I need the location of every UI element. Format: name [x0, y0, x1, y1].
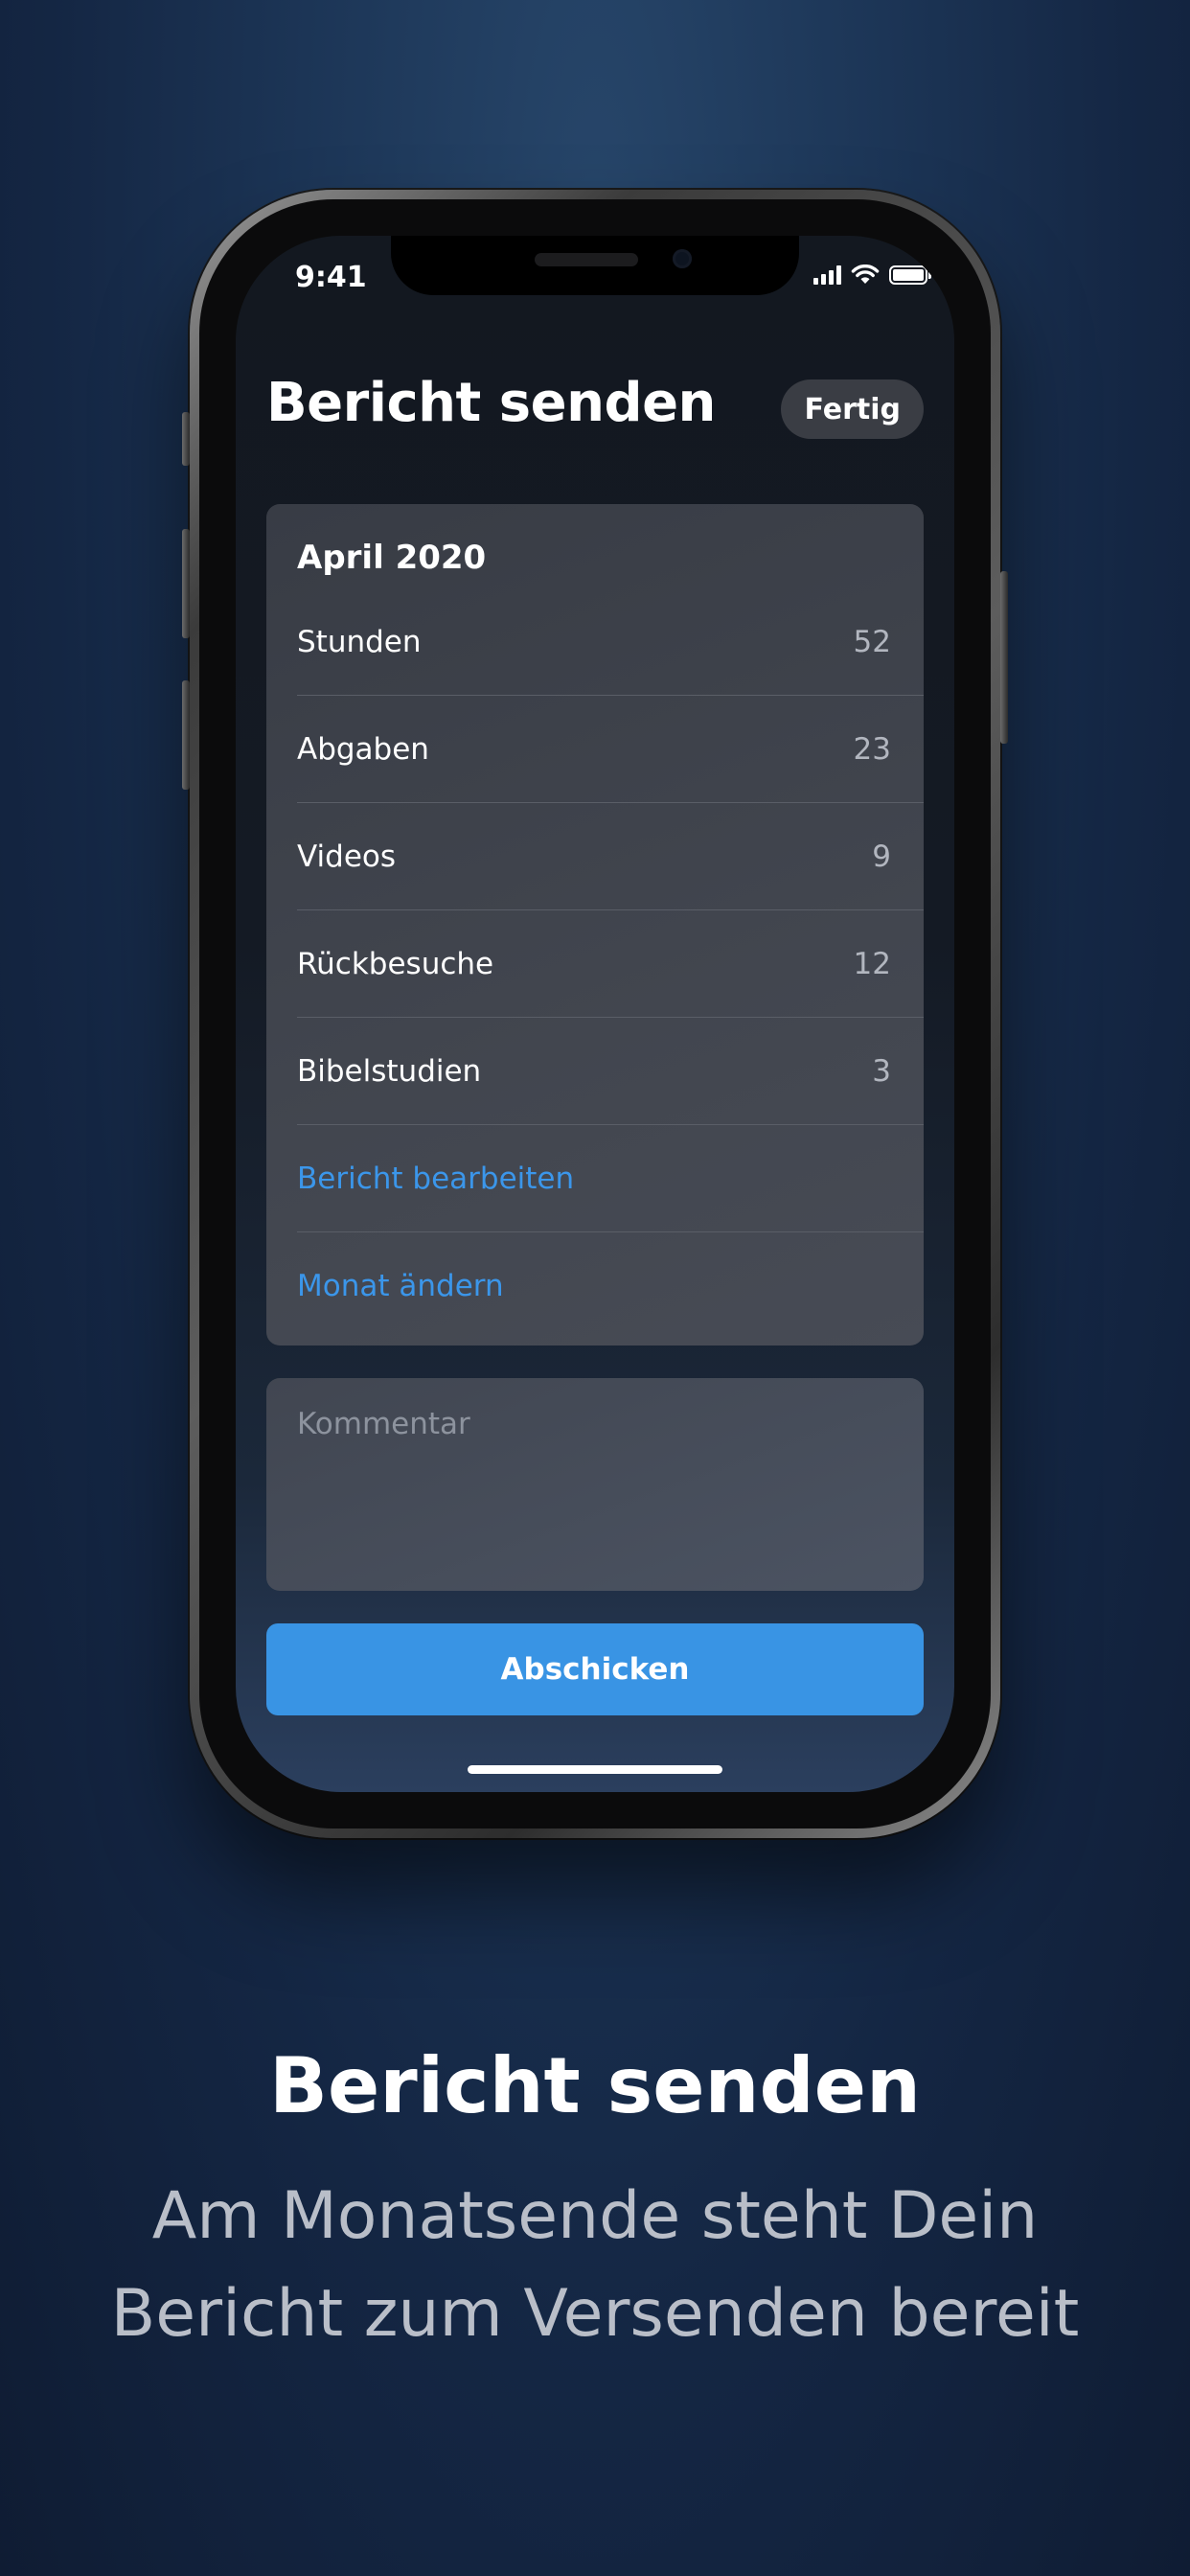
power-button [1000, 571, 1008, 744]
volume-up-button [182, 529, 190, 638]
report-row-bible-studies: Bibelstudien 3 [297, 1018, 924, 1125]
front-camera [673, 249, 692, 268]
report-row-videos: Videos 9 [297, 803, 924, 910]
status-time: 9:41 [295, 261, 367, 294]
page-title: Bericht senden [266, 372, 716, 434]
report-row-hours: Stunden 52 [297, 588, 924, 696]
cellular-signal-icon [813, 265, 841, 285]
wifi-icon [851, 264, 880, 284]
row-value: 9 [872, 839, 891, 874]
notch [391, 236, 799, 295]
edit-report-link[interactable]: Bericht bearbeiten [297, 1162, 574, 1196]
home-indicator[interactable] [468, 1765, 722, 1774]
silent-switch [182, 412, 190, 466]
caption-subtitle: Am Monatsende steht Dein Bericht zum Ver… [0, 2168, 1190, 2363]
edit-report-row[interactable]: Bericht bearbeiten [297, 1125, 924, 1232]
volume-down-button [182, 680, 190, 790]
report-row-placements: Abgaben 23 [297, 696, 924, 803]
change-month-row[interactable]: Monat ändern [297, 1232, 924, 1340]
report-card: April 2020 Stunden 52 Abgaben 23 Videos … [266, 504, 924, 1346]
battery-icon [889, 265, 931, 285]
row-value: 52 [853, 624, 891, 659]
row-value: 23 [853, 731, 891, 767]
submit-button[interactable]: Abschicken [266, 1623, 924, 1715]
row-value: 3 [872, 1053, 891, 1089]
caption-title: Bericht senden [269, 2041, 921, 2130]
report-month: April 2020 [297, 539, 487, 577]
caption-subtitle-line-2: Bericht zum Versenden bereit [110, 2276, 1080, 2352]
row-label: Abgaben [297, 731, 429, 767]
row-label: Rückbesuche [297, 946, 494, 981]
comment-field[interactable]: Kommentar [266, 1378, 924, 1591]
comment-placeholder: Kommentar [297, 1407, 470, 1441]
row-label: Videos [297, 839, 397, 874]
row-label: Stunden [297, 624, 422, 659]
row-label: Bibelstudien [297, 1053, 482, 1089]
change-month-link[interactable]: Monat ändern [297, 1269, 504, 1303]
phone-screen: 9:41 Bericht senden Fertig April 2020 St… [236, 236, 954, 1792]
done-button[interactable]: Fertig [781, 380, 924, 439]
report-row-return-visits: Rückbesuche 12 [297, 910, 924, 1018]
phone-frame: 9:41 Bericht senden Fertig April 2020 St… [182, 190, 1008, 1838]
speaker [535, 253, 638, 266]
row-value: 12 [853, 946, 891, 981]
status-icons [813, 264, 931, 286]
caption-subtitle-line-1: Am Monatsende steht Dein [151, 2178, 1039, 2254]
